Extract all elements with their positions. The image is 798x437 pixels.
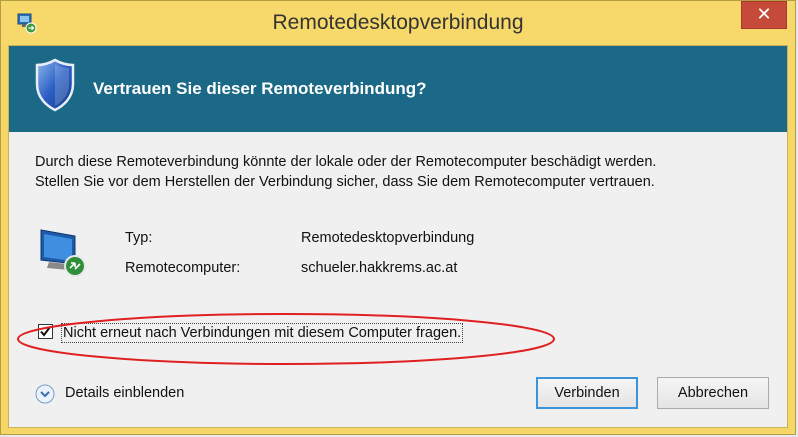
close-icon: ✕ (756, 4, 772, 24)
dont-ask-again-label[interactable]: Nicht erneut nach Verbindungen mit diese… (61, 323, 464, 343)
remote-computer-value: schueler.hakkrems.ac.at (301, 260, 458, 276)
details-label[interactable]: Details einblenden (65, 385, 184, 401)
cancel-button[interactable]: Abbrechen (657, 377, 769, 409)
warning-line-2: Stellen Sie vor dem Herstellen der Verbi… (35, 174, 655, 190)
banner-heading: Vertrauen Sie dieser Remoteverbindung? (93, 79, 427, 98)
dialog-body: Vertrauen Sie dieser Remoteverbindung? D… (8, 45, 788, 428)
remote-computer-label: Remotecomputer: (125, 260, 241, 276)
title-bar[interactable]: Remotedesktopverbindung ✕ (1, 1, 795, 45)
warning-line-1: Durch diese Remoteverbindung könnte der … (35, 154, 657, 170)
type-value: Remotedesktopverbindung (301, 230, 475, 246)
checkmark-icon (40, 326, 51, 337)
header-banner: Vertrauen Sie dieser Remoteverbindung? (9, 46, 787, 132)
computer-connection-icon (40, 229, 86, 277)
shield-icon (35, 58, 75, 112)
dont-ask-again-checkbox[interactable] (38, 324, 53, 339)
warning-text: Durch diese Remoteverbindung könnte der … (35, 152, 775, 192)
type-label: Typ: (125, 230, 153, 246)
dialog-window: Remotedesktopverbindung ✕ Vertrauen Sie … (0, 0, 796, 435)
close-button[interactable]: ✕ (741, 1, 787, 29)
chevron-down-circle-icon[interactable] (35, 384, 55, 404)
connect-button[interactable]: Verbinden (536, 377, 638, 409)
window-title: Remotedesktopverbindung (272, 11, 524, 34)
